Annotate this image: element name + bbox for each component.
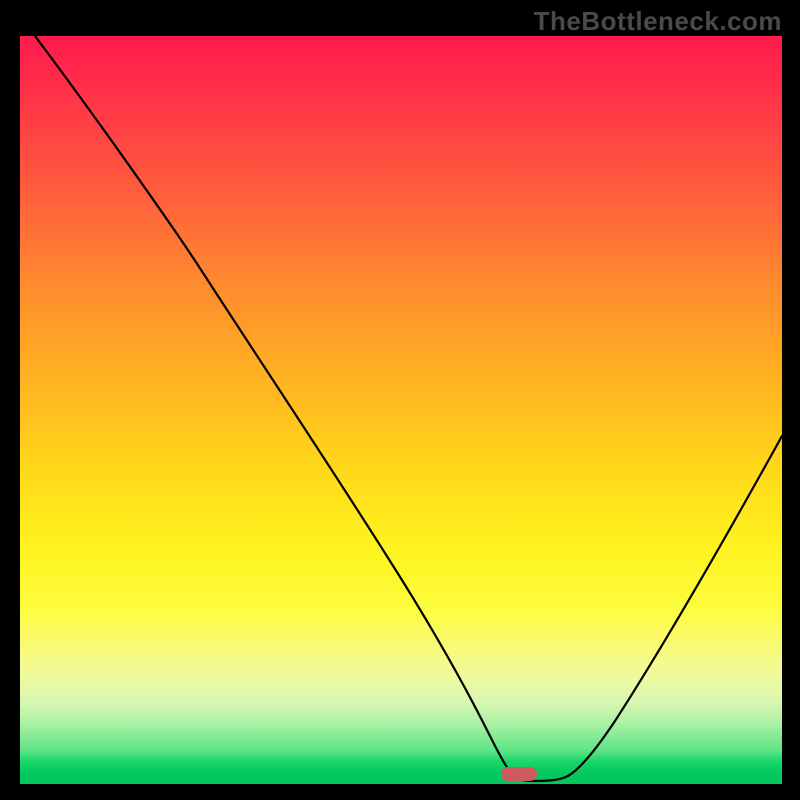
curve-svg [20,36,782,784]
plot-area [20,36,782,784]
bottleneck-curve-right [535,436,782,781]
chart-frame: TheBottleneck.com [0,0,800,800]
watermark-text: TheBottleneck.com [534,6,782,37]
bottleneck-curve-left [35,36,535,781]
optimum-marker [501,767,537,781]
